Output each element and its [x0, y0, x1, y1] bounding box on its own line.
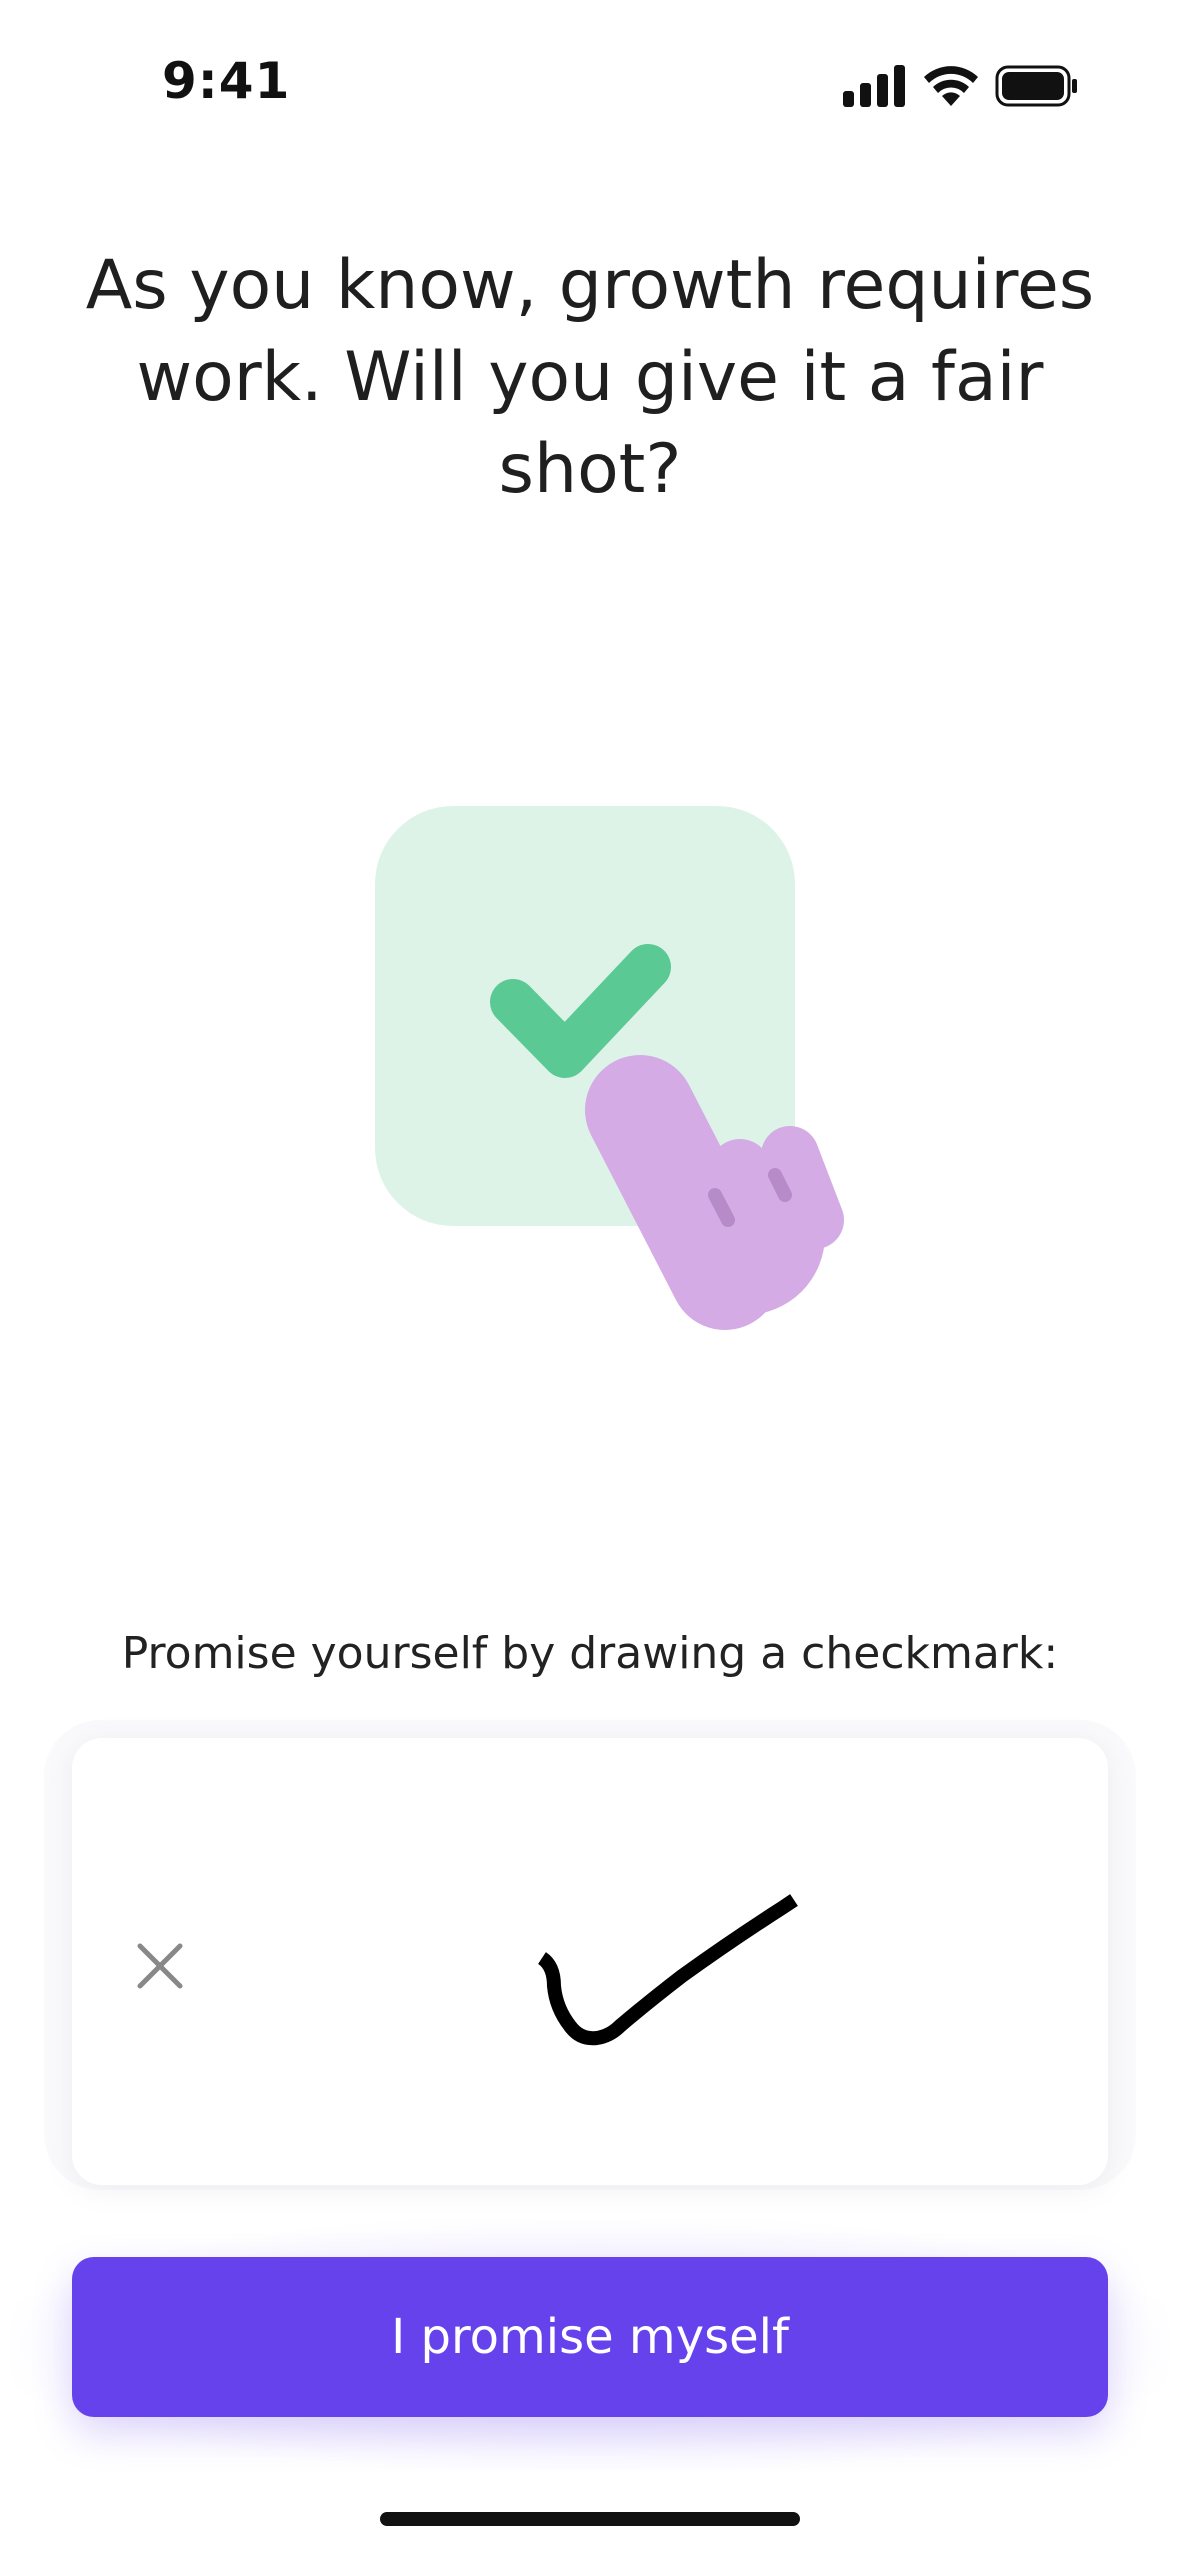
page-title: As you know, growth requires work. Will … [85, 246, 1095, 509]
home-indicator[interactable] [380, 2512, 800, 2526]
drawing-pad[interactable] [72, 1738, 1108, 2185]
wifi-icon [924, 66, 978, 106]
drawn-checkmark-stroke [537, 1894, 798, 2046]
checkbox-hand-icon [375, 806, 844, 1330]
status-time: 9:41 [162, 52, 291, 110]
drawing-prompt: Promise yourself by drawing a checkmark: [121, 1628, 1059, 1679]
battery-icon [995, 65, 1077, 107]
status-bar: 9:41 [0, 0, 1180, 170]
close-icon[interactable] [132, 1938, 188, 1994]
promise-button[interactable]: I promise myself [72, 2257, 1108, 2417]
cellular-signal-icon [843, 65, 905, 107]
